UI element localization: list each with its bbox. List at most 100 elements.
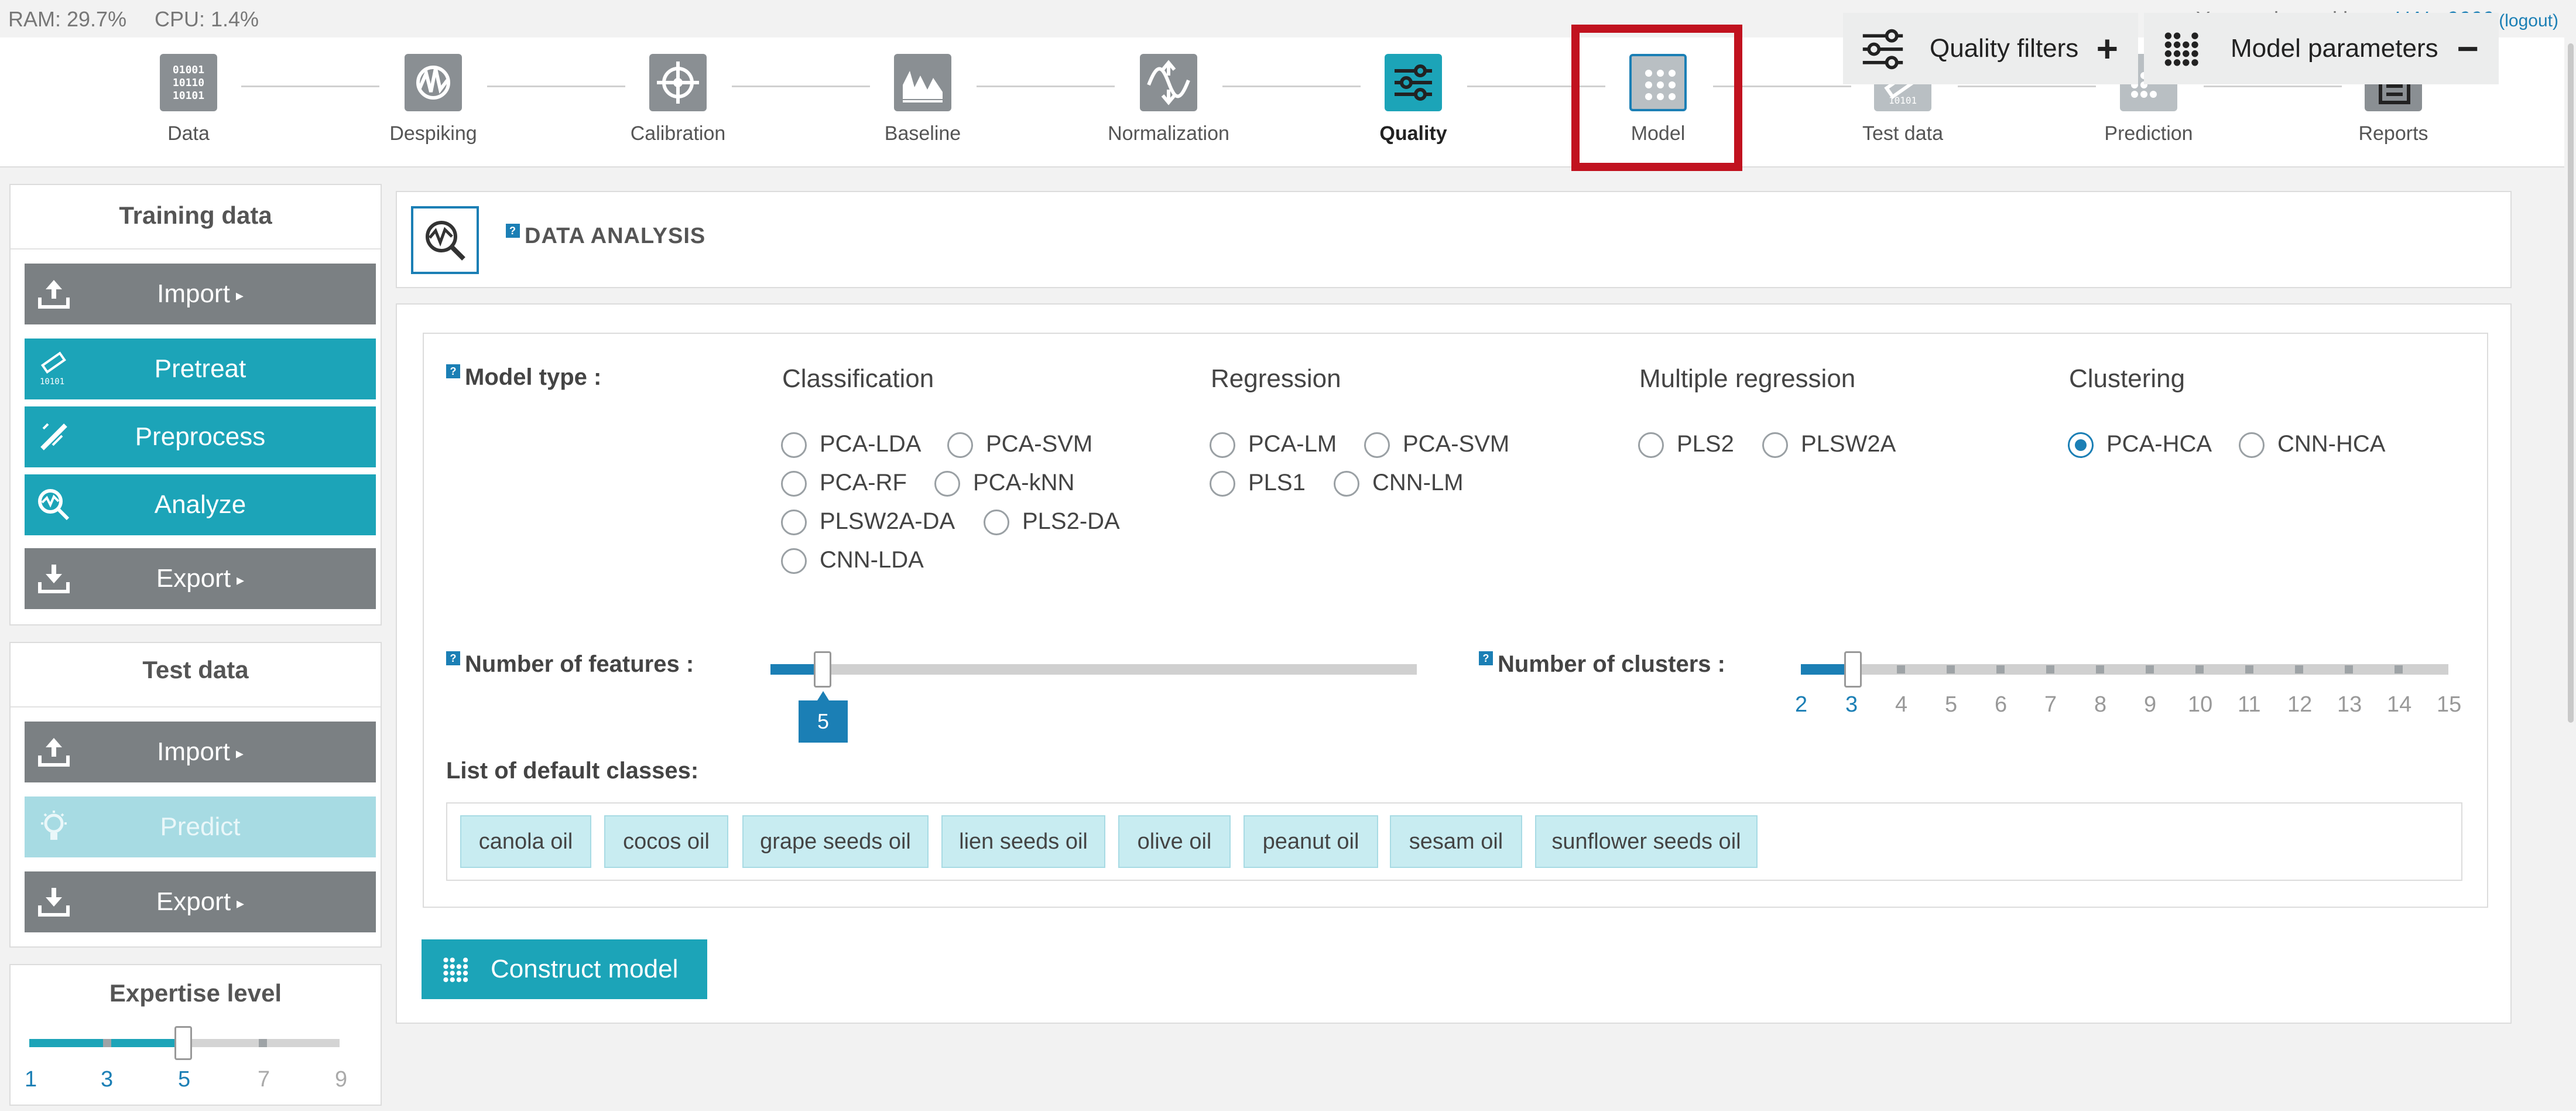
quality-filters-button[interactable]: Quality filters + [1843,13,2138,84]
radio-circle[interactable] [2239,432,2265,458]
binary-data-icon: 01001 10110 10101 [160,54,217,111]
pretreat-label: Pretreat [154,354,246,383]
clusters-tick-label: 2 [1795,692,1808,717]
step-baseline[interactable]: Baseline [835,54,1010,145]
clusters-tick-label: 7 [2044,692,2057,717]
step-despiking[interactable]: Despiking [345,54,521,145]
preprocess-button[interactable]: Preprocess [25,406,376,467]
clusters-tick-label: 15 [2437,692,2462,717]
clusters-tick-label: 10 [2188,692,2213,717]
features-slider-handle[interactable] [814,651,831,688]
radio-circle[interactable] [781,471,807,497]
ram-usage: RAM: 29.7% [8,7,127,31]
svg-text:10101: 10101 [1889,95,1917,106]
step-label: Test data [1862,122,1943,145]
radio-circle[interactable] [781,548,807,574]
step-label: Prediction [2104,122,2193,145]
radio-label: PLS2-DA [1022,508,1120,534]
help-icon[interactable]: ? [506,224,520,238]
clusters-tick-label: 5 [1945,692,1958,717]
normalization-icon [1140,54,1197,111]
radio-circle[interactable] [781,432,807,458]
training-import-label: Import [157,279,230,308]
model-grid-icon [443,958,468,982]
training-import-button[interactable]: Import ▸ [25,264,376,324]
clustering-title: Clustering [2069,364,2186,393]
upload-icon [38,738,70,767]
test-import-button[interactable]: Import ▸ [25,722,376,782]
construct-model-button[interactable]: Construct model [422,939,707,999]
crosshair-icon [649,54,707,111]
slider-tick [2046,665,2054,674]
radio-circle[interactable] [947,432,973,458]
clusters-tick-label: 14 [2387,692,2412,717]
radio-label: PCA-kNN [973,470,1075,495]
expertise-title: Expertise level [109,979,282,1007]
class-chip[interactable]: sesam oil [1390,815,1522,868]
step-normalization[interactable]: Normalization [1081,54,1256,145]
analyze-button[interactable]: Analyze [25,474,376,535]
class-chip[interactable]: cocos oil [604,815,728,868]
collapse-minus-icon: − [2457,28,2479,70]
radio-circle[interactable] [781,510,807,535]
clusters-tick-label: 8 [2094,692,2107,717]
features-slider-track[interactable] [770,664,1417,675]
predict-button[interactable]: Predict [25,796,376,857]
pretreat-button[interactable]: 10101 Pretreat [25,339,376,399]
caret-right-icon: ▸ [237,894,245,912]
preprocess-label: Preprocess [135,422,266,451]
data-analysis-header: ? DATA ANALYSIS [396,191,2512,288]
training-export-button[interactable]: Export ▸ [25,548,376,609]
expertise-panel: Expertise level [9,964,382,1106]
step-calibration[interactable]: Calibration [590,54,766,145]
test-import-label: Import [157,737,230,766]
logout-link[interactable]: (logout) [2499,11,2558,30]
slider-tick [103,1039,111,1047]
help-icon[interactable]: ? [1479,651,1493,665]
clusters-slider-handle[interactable] [1844,651,1862,688]
svg-text:10101: 10101 [173,90,204,102]
step-label: Reports [2358,122,2428,145]
radio-label: PLS1 [1248,470,1306,495]
clusters-label: ? Number of clusters : [1479,651,1725,678]
predict-label: Predict [160,812,241,841]
radio-circle[interactable] [1334,471,1359,497]
construct-model-label: Construct model [491,955,679,983]
help-icon[interactable]: ? [446,651,460,665]
radio-circle[interactable] [1210,432,1235,458]
expertise-slider-handle[interactable] [174,1026,192,1060]
radio-circle[interactable] [984,510,1009,535]
data-analysis-icon [411,206,479,274]
class-chip[interactable]: grape seeds oil [742,815,929,868]
step-label: Calibration [630,122,726,145]
radio-circle[interactable] [1638,432,1664,458]
analyze-icon [38,489,70,521]
model-parameters-button[interactable]: Model parameters − [2144,13,2499,84]
step-data[interactable]: 01001 10110 10101 Data [101,54,276,145]
step-quality[interactable]: Quality [1325,54,1501,145]
radio-label: PCA-RF [820,470,907,495]
class-chip[interactable]: sunflower seeds oil [1535,815,1758,868]
svg-text:10110: 10110 [173,77,204,89]
radio-circle[interactable] [1210,471,1235,497]
class-chip[interactable]: olive oil [1118,815,1231,868]
clusters-tick-label: 11 [2238,692,2261,717]
slider-tick [259,1039,267,1047]
clusters-tick-label: 12 [2287,692,2313,717]
clusters-tick-label: 9 [2144,692,2157,717]
radio-circle-selected[interactable] [2068,432,2094,458]
radio-label: PCA-SVM [1403,431,1510,457]
radio-label: PLS2 [1677,431,1734,457]
class-chip[interactable]: lien seeds oil [941,815,1105,868]
step-label: Baseline [884,122,961,145]
test-export-button[interactable]: Export ▸ [25,871,376,932]
radio-circle[interactable] [1364,432,1390,458]
radio-label: CNN-HCA [2277,431,2386,457]
class-chip[interactable]: peanut oil [1244,815,1378,868]
scrollbar-thumb[interactable] [2568,43,2574,723]
help-icon[interactable]: ? [446,364,460,378]
radio-circle[interactable] [934,471,960,497]
class-chip[interactable]: canola oil [460,815,591,868]
svg-text:01001: 01001 [173,64,204,76]
radio-circle[interactable] [1762,432,1788,458]
